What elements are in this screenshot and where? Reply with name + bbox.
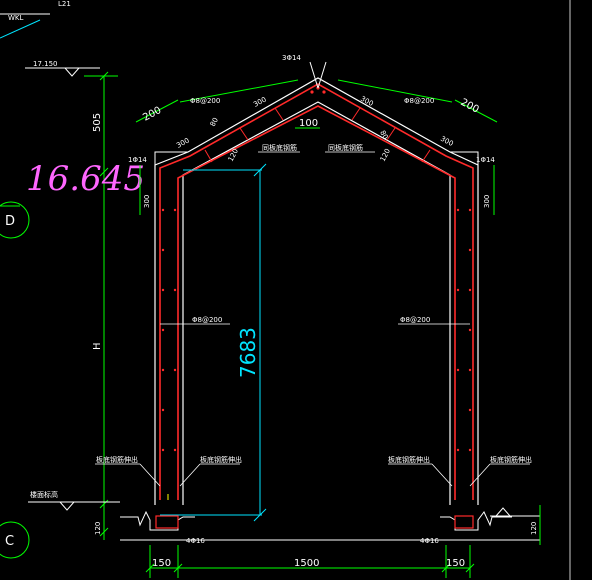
dim-200-left: 200 [141,105,163,124]
bottom-dim-150-right: 150 [446,558,465,569]
eave-bar-left: 1Φ14 [128,156,147,164]
right-footing-rebar [454,515,474,529]
dim-h-label: H [92,342,103,350]
elevation-triangle-icon [64,67,80,77]
dim-120-right-label: 120 [530,522,538,535]
bottom-bars-left: 4Φ16 [186,537,205,545]
bottom-note-3: 板底钢筋伸出 [388,455,430,464]
slab-triangle-icon [59,501,75,511]
bottom-note-2: 板底钢筋伸出 [200,455,242,464]
axis-c-label: C [5,534,14,549]
stirrup-top-right: Φ8@200 [404,97,434,105]
dim-505-label: 505 [92,113,103,132]
structure-outer-outline [154,77,479,505]
ridge-bar-label: 3Φ14 [282,54,301,62]
right-slab-triangle-icon [495,507,511,517]
stirrup-wall-left: Φ8@200 [192,316,222,324]
dim-100-label: 100 [299,118,318,129]
stirrup-top-left: Φ8@200 [190,97,220,105]
eave-bar-right: 1Φ14 [476,156,495,164]
top-tag-diagonal [0,19,41,39]
bottom-note-4: 板底钢筋伸出 [490,455,532,464]
dim-300-a: 300 [252,95,268,108]
outer-rebar [159,83,474,500]
bottom-dim-1500: 1500 [294,558,319,569]
dim-200-right: 200 [459,97,481,116]
dim-300-d: 300 [439,135,455,148]
axis-d-label: D [5,214,15,229]
cyan-dim-label: 7683 [236,327,260,378]
rebar-dots-left [161,208,177,452]
inner-rebar [177,105,456,500]
rebar-dots-right [456,208,472,452]
ridge-callout [317,61,327,89]
top-tag-label-2: L21 [58,0,71,8]
handwritten-annotation: 16.645 [26,159,145,199]
bottom-dim-150-left: 150 [152,558,171,569]
structure-inner-outline [182,101,451,505]
left-footing-rebar [155,515,179,529]
elevation-label: 17.150 [33,60,58,68]
dim-300-side-right: 300 [483,195,491,208]
right-footing-outline [440,511,512,531]
roof-rebar-ties [204,107,431,163]
stirrup-wall-right: Φ8@200 [400,316,430,324]
dim-300-side-left: 300 [143,195,151,208]
bottom-bars-right: 4Φ16 [420,537,439,545]
ridge-callout [309,61,319,89]
top-tag-label: WKL [8,14,24,22]
dim-120-left-label: 120 [94,522,102,535]
dim-300-b: 300 [175,136,191,149]
bottom-note-1: 板底钢筋伸出 [96,455,138,464]
inner-note-right: 同板底钢筋 [328,143,363,152]
dim-80-left: 80 [209,116,220,128]
structural-section-drawing: WKL L21 17.150 505 H 120 楼面标高 D C 16.645 [0,0,571,580]
cad-drawing-canvas: WKL L21 17.150 505 H 120 楼面标高 D C 16.645 [0,0,592,580]
slab-top-note: 楼面标高 [30,490,58,499]
inner-note-left: 同板底钢筋 [262,143,297,152]
dim-120-right: 120 [379,147,392,163]
